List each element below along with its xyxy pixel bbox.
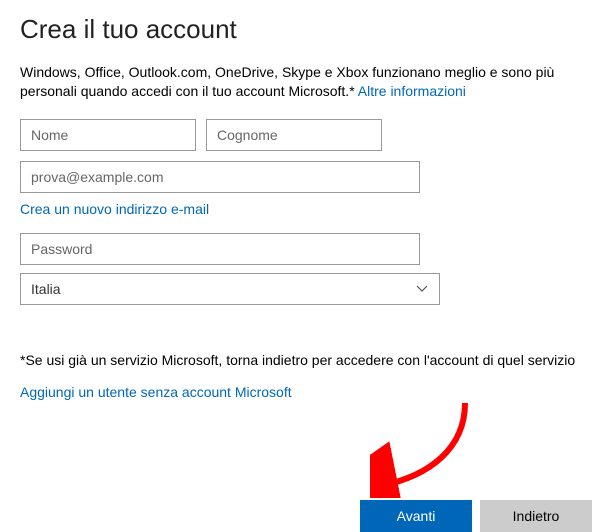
page-title: Crea il tuo account bbox=[20, 14, 580, 45]
password-input[interactable] bbox=[20, 233, 420, 265]
country-selected-value: Italia bbox=[31, 281, 61, 297]
country-select[interactable]: Italia bbox=[20, 273, 440, 305]
back-button[interactable]: Indietro bbox=[480, 500, 592, 532]
footer-buttons: Avanti Indietro bbox=[360, 500, 600, 532]
more-info-link[interactable]: Altre informazioni bbox=[358, 83, 466, 99]
chevron-down-icon bbox=[415, 282, 429, 296]
annotation-arrow-icon bbox=[370, 398, 490, 498]
footnote-text: *Se usi già un servizio Microsoft, torna… bbox=[20, 351, 580, 370]
intro-body: Windows, Office, Outlook.com, OneDrive, … bbox=[20, 64, 554, 99]
create-new-email-link[interactable]: Crea un nuovo indirizzo e-mail bbox=[20, 201, 580, 217]
intro-text: Windows, Office, Outlook.com, OneDrive, … bbox=[20, 63, 580, 101]
email-input[interactable] bbox=[20, 161, 420, 193]
first-name-input[interactable] bbox=[20, 119, 196, 151]
add-user-without-account-link[interactable]: Aggiungi un utente senza account Microso… bbox=[20, 384, 580, 400]
last-name-input[interactable] bbox=[206, 119, 382, 151]
next-button[interactable]: Avanti bbox=[360, 500, 472, 532]
